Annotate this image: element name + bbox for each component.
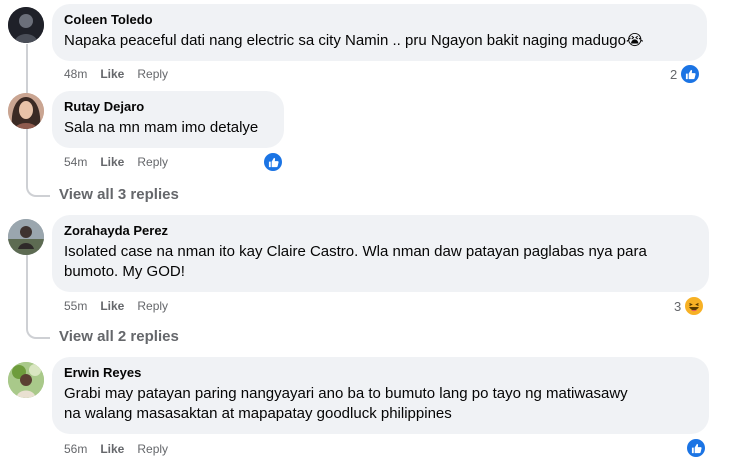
comment-actions: 48m Like Reply (64, 66, 168, 82)
reaction-count: 3 (674, 298, 682, 314)
reaction-summary[interactable]: 3 (674, 295, 706, 317)
comment-bubble: Erwin Reyes Grabi may patayan paring nan… (52, 357, 709, 434)
comment-text: Napaka peaceful dati nang electric sa ci… (64, 32, 644, 49)
reaction-summary[interactable] (262, 151, 284, 173)
comment-author[interactable]: Rutay Dejaro (64, 99, 272, 115)
comment-actions: 54m Like Reply (64, 154, 168, 170)
reply-button[interactable]: Reply (137, 154, 168, 170)
avatar[interactable] (8, 7, 44, 43)
comment-text-line: na walang masasaktan at mapapatay goodlu… (64, 405, 452, 422)
comment-bubble: Zorahayda Perez Isolated case na nman it… (52, 215, 709, 292)
like-button[interactable]: Like (100, 441, 124, 457)
comment-author[interactable]: Coleen Toledo (64, 12, 695, 28)
reply-button[interactable]: Reply (137, 441, 168, 457)
like-icon (679, 63, 702, 85)
comment-author[interactable]: Zorahayda Perez (64, 223, 697, 239)
comment-time[interactable]: 56m (64, 441, 87, 457)
reaction-summary[interactable] (685, 437, 707, 459)
avatar-image (8, 219, 44, 255)
like-button[interactable]: Like (100, 298, 124, 314)
avatar-image (8, 362, 44, 398)
comment-text-line: Isolated case na nman ito kay Claire Cas… (64, 243, 647, 260)
comment-bubble: Rutay Dejaro Sala na mn mam imo detalye (52, 91, 284, 148)
reply-button[interactable]: Reply (137, 298, 168, 314)
reaction-summary[interactable]: 2 (670, 63, 702, 85)
like-button[interactable]: Like (100, 66, 124, 82)
reply-button[interactable]: Reply (137, 66, 168, 82)
avatar[interactable] (8, 93, 44, 129)
thread-connector (26, 253, 50, 339)
comment-author[interactable]: Erwin Reyes (64, 365, 697, 381)
like-icon (685, 437, 707, 459)
view-replies-link[interactable]: View all 3 replies (59, 186, 179, 203)
like-icon (262, 151, 284, 173)
haha-icon (683, 295, 706, 317)
like-button[interactable]: Like (100, 154, 124, 170)
avatar[interactable] (8, 362, 44, 398)
comment-text-line: bumoto. My GOD! (64, 263, 185, 280)
comment-time[interactable]: 55m (64, 298, 87, 314)
comment-bubble: Coleen Toledo Napaka peaceful dati nang … (52, 4, 707, 61)
comment-actions: 55m Like Reply (64, 298, 168, 314)
view-replies-link[interactable]: View all 2 replies (59, 328, 179, 345)
comment-time[interactable]: 48m (64, 66, 87, 82)
reaction-count: 2 (670, 66, 678, 82)
comment-text-line: Grabi may patayan paring nangyayari ano … (64, 385, 628, 402)
avatar[interactable] (8, 219, 44, 255)
comment-text: Sala na mn mam imo detalye (64, 119, 259, 136)
avatar-image (8, 7, 44, 43)
avatar-image (8, 93, 44, 129)
comment-time[interactable]: 54m (64, 154, 87, 170)
comment-actions: 56m Like Reply (64, 441, 168, 457)
